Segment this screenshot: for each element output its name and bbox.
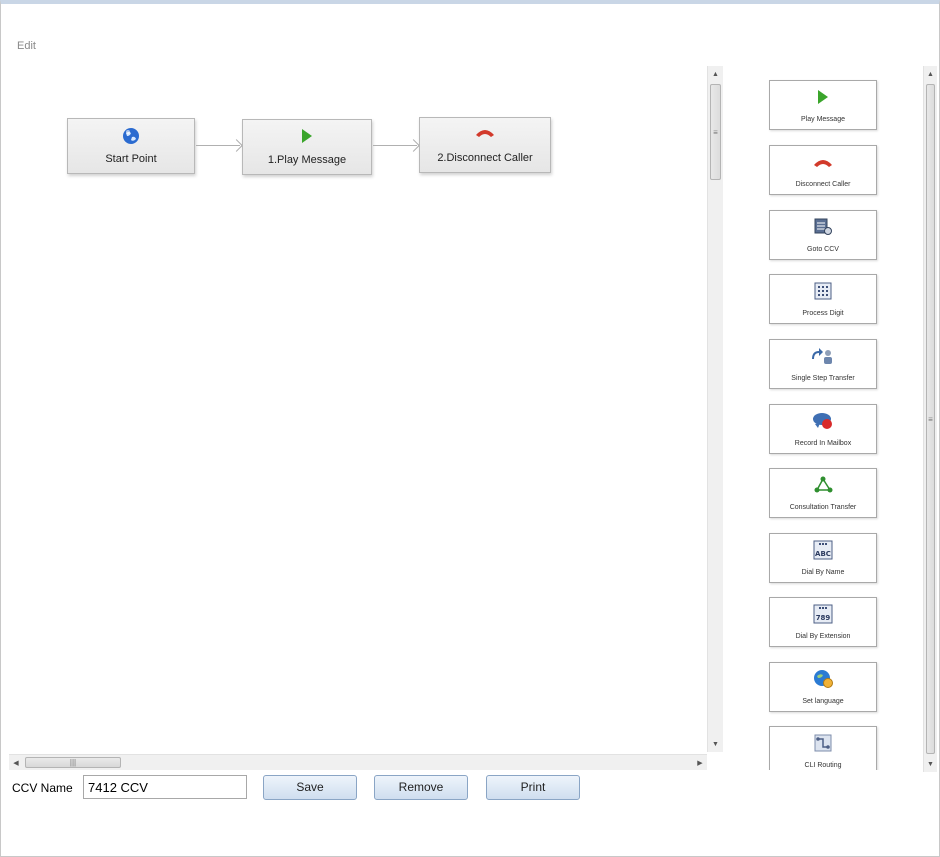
- save-button[interactable]: Save: [263, 775, 357, 800]
- flow-node-label: Start Point: [105, 153, 157, 165]
- flow-connector-arrow: [373, 145, 417, 146]
- flow-node-label: 2.Disconnect Caller: [437, 152, 533, 164]
- scroll-up-arrow-icon[interactable]: ▲: [708, 66, 723, 82]
- print-button[interactable]: Print: [486, 775, 580, 800]
- dial-by-name-icon: ABC: [770, 540, 876, 560]
- palette-item-record-in-mailbox[interactable]: Record In Mailbox: [769, 404, 877, 454]
- flow-node-disconnect-caller[interactable]: 2.Disconnect Caller: [419, 117, 551, 173]
- palette-item-label: Single Step Transfer: [791, 375, 855, 382]
- node-palette: Play Message Disconnect Caller Goto CCV: [737, 64, 921, 770]
- scroll-thumb[interactable]: |||: [25, 757, 121, 768]
- palette-item-label: Play Message: [801, 116, 845, 123]
- cli-routing-icon: [770, 733, 876, 753]
- globe-icon: [68, 127, 194, 145]
- scroll-right-arrow-icon[interactable]: ▶: [693, 755, 707, 770]
- scroll-thumb[interactable]: ≡: [710, 84, 721, 180]
- palette-item-label: Dial By Name: [801, 569, 845, 576]
- language-icon: [770, 669, 876, 689]
- flow-node-label: 1.Play Message: [267, 154, 347, 166]
- palette-item-single-step-transfer[interactable]: Single Step Transfer: [769, 339, 877, 389]
- ccv-name-label: CCV Name: [12, 781, 73, 795]
- palette-item-label: Consultation Transfer: [789, 504, 857, 511]
- palette-item-label: Dial By Extension: [795, 633, 851, 640]
- palette-vertical-scrollbar[interactable]: ▲ ≡ ▼: [923, 66, 937, 772]
- consult-transfer-icon: [770, 475, 876, 495]
- remove-button[interactable]: Remove: [374, 775, 468, 800]
- transfer-icon: [770, 346, 876, 366]
- svg-text:789: 789: [816, 614, 831, 622]
- palette-item-label: Record In Mailbox: [794, 440, 852, 447]
- palette-item-label: Goto CCV: [807, 246, 839, 253]
- palette-item-dial-by-name[interactable]: ABC Dial By Name: [769, 533, 877, 583]
- palette-item-label: Process Digit: [802, 310, 844, 317]
- play-icon: [243, 128, 371, 146]
- ccv-name-input[interactable]: [83, 775, 247, 799]
- palette-item-disconnect-caller[interactable]: Disconnect Caller: [769, 145, 877, 195]
- keypad-icon: [770, 281, 876, 301]
- canvas-horizontal-scrollbar[interactable]: ◀ ||| ▶: [9, 754, 707, 770]
- ccv-form-bar: CCV Name Save Remove Print: [1, 774, 940, 804]
- scroll-down-arrow-icon[interactable]: ▼: [708, 736, 723, 752]
- hangup-icon: [420, 126, 550, 144]
- dial-by-extension-icon: 789: [770, 604, 876, 624]
- goto-ccv-icon: [770, 217, 876, 237]
- scroll-thumb[interactable]: ≡: [926, 84, 935, 754]
- palette-item-goto-ccv[interactable]: Goto CCV: [769, 210, 877, 260]
- page-title: Edit: [17, 40, 36, 52]
- palette-item-process-digit[interactable]: Process Digit: [769, 274, 877, 324]
- application-window: Edit Start Point 1.Play Message 2.Discon…: [0, 0, 940, 857]
- palette-item-play-message[interactable]: Play Message: [769, 80, 877, 130]
- palette-item-label: Disconnect Caller: [795, 181, 851, 188]
- scroll-left-arrow-icon[interactable]: ◀: [9, 755, 23, 770]
- play-icon: [770, 87, 876, 107]
- palette-item-dial-by-extension[interactable]: 789 Dial By Extension: [769, 597, 877, 647]
- scroll-up-arrow-icon[interactable]: ▲: [924, 66, 937, 82]
- hangup-icon: [770, 152, 876, 172]
- palette-item-set-language[interactable]: Set language: [769, 662, 877, 712]
- palette-item-label: CLI Routing: [804, 762, 842, 769]
- flow-canvas[interactable]: Start Point 1.Play Message 2.Disconnect …: [9, 64, 723, 752]
- record-icon: [770, 411, 876, 431]
- canvas-vertical-scrollbar[interactable]: ▲ ≡ ▼: [707, 66, 723, 752]
- palette-item-cli-routing[interactable]: CLI Routing: [769, 726, 877, 770]
- palette-item-label: Set language: [802, 698, 844, 705]
- flow-node-play-message[interactable]: 1.Play Message: [242, 119, 372, 175]
- flow-node-start-point[interactable]: Start Point: [67, 118, 195, 174]
- scroll-down-arrow-icon[interactable]: ▼: [924, 756, 937, 772]
- palette-item-consultation-transfer[interactable]: Consultation Transfer: [769, 468, 877, 518]
- svg-text:ABC: ABC: [815, 550, 831, 558]
- flow-connector-arrow: [196, 145, 240, 146]
